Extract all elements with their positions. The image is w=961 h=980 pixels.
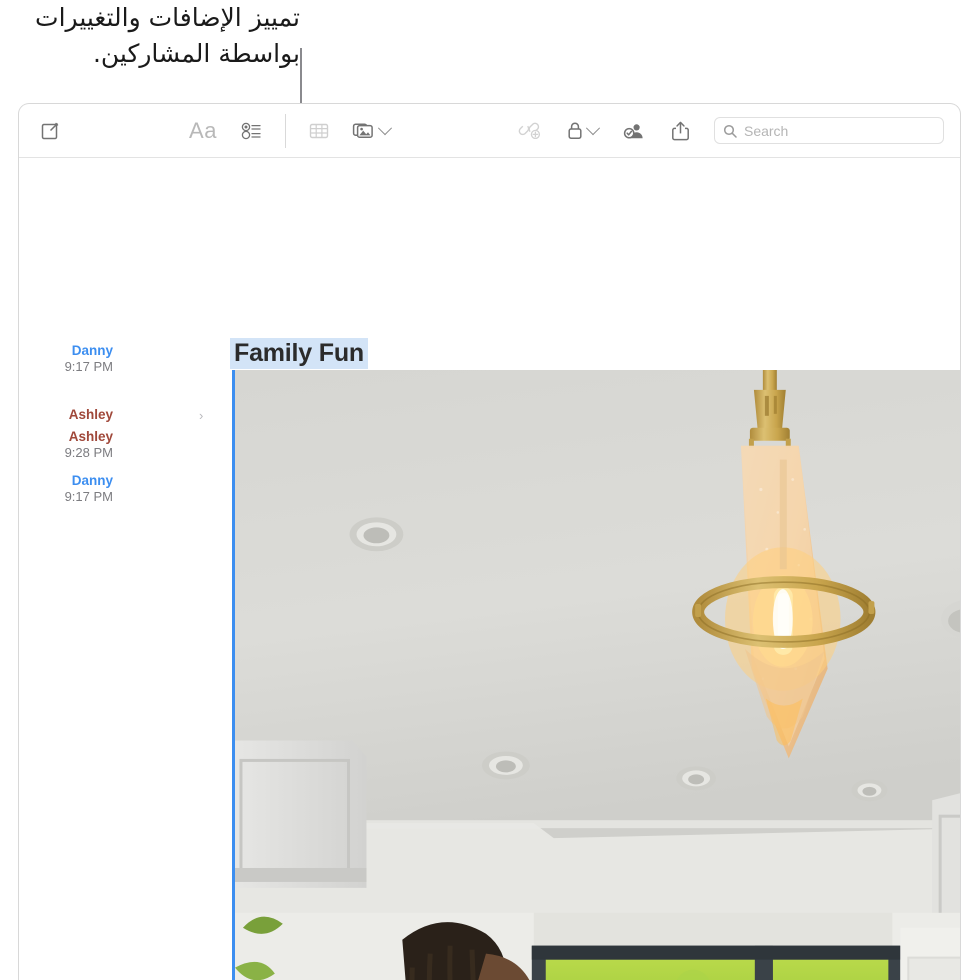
author-stamp: Ashley xyxy=(35,407,113,423)
lock-icon xyxy=(568,122,582,139)
share-button[interactable] xyxy=(671,116,690,146)
disclosure-chevron-right-icon[interactable]: › xyxy=(199,408,203,423)
search-input[interactable]: Search xyxy=(713,117,944,144)
callout-text: تمييز الإضافات والتغييرات بواسطة المشارك… xyxy=(35,3,300,68)
author-time: 9:17 PM xyxy=(64,358,113,374)
link-add-icon xyxy=(518,122,541,140)
checklist-icon xyxy=(241,122,261,139)
table-icon xyxy=(309,123,329,138)
author-stamp: Danny 9:17 PM xyxy=(35,343,113,375)
format-label: Aa xyxy=(189,117,217,143)
share-icon xyxy=(672,121,689,140)
search-placeholder: Search xyxy=(743,122,789,139)
collaborate-person-icon xyxy=(623,124,643,139)
collaborate-button[interactable] xyxy=(622,116,647,146)
compose-icon xyxy=(41,122,59,139)
lock-button[interactable] xyxy=(566,116,601,146)
author-stamp: Ashley 9:28 PM xyxy=(35,429,113,461)
compose-note-button[interactable] xyxy=(39,116,61,146)
kitchen-family-photo xyxy=(235,370,960,980)
author-stamp: Danny 9:17 PM xyxy=(35,473,113,505)
notes-window: Aa Search Danny 9:17 PM Ashley › Ashley … xyxy=(18,103,961,980)
author-time: 9:17 PM xyxy=(64,488,113,504)
note-title[interactable]: Family Fun xyxy=(230,338,368,369)
toolbar: Aa Search xyxy=(19,104,960,158)
author-time: 9:28 PM xyxy=(64,444,113,460)
author-name: Ashley xyxy=(68,429,113,444)
add-link-button[interactable] xyxy=(518,116,542,146)
search-icon xyxy=(723,124,737,138)
table-button[interactable] xyxy=(308,116,330,146)
author-name: Danny xyxy=(71,473,113,488)
text-format-button[interactable]: Aa xyxy=(189,116,217,146)
media-icon xyxy=(352,123,373,138)
note-photo[interactable] xyxy=(232,370,960,980)
lock-chevron-down-icon xyxy=(585,120,601,135)
media-chevron-down-icon xyxy=(377,120,393,135)
checklist-button[interactable] xyxy=(241,116,263,146)
media-button[interactable] xyxy=(352,116,393,146)
toolbar-divider xyxy=(284,113,286,148)
author-name: Ashley xyxy=(68,407,113,422)
author-name: Danny xyxy=(71,343,113,358)
